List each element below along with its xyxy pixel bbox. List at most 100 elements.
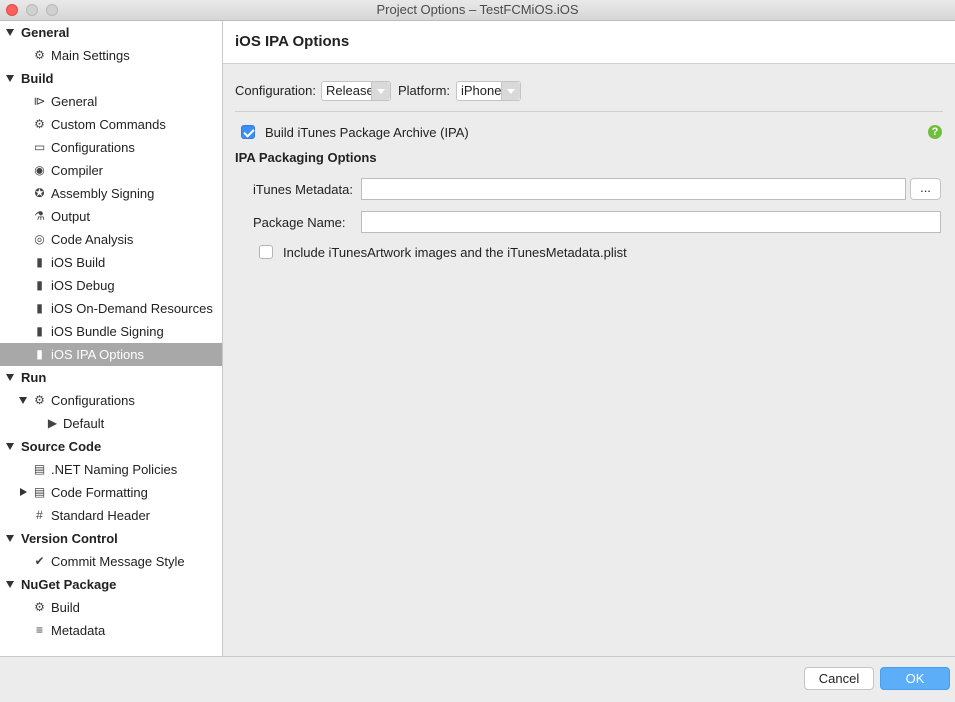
sidebar-item-ios-on-demand-resources[interactable]: ▮ iOS On-Demand Resources xyxy=(0,297,222,320)
sidebar-item-general[interactable]: ⧐ General xyxy=(0,90,222,113)
sidebar-item-label: Build xyxy=(51,600,80,615)
hash-icon: # xyxy=(36,508,43,522)
sidebar-item-standard-header[interactable]: # Standard Header xyxy=(0,504,222,527)
chevron-down-icon xyxy=(371,82,390,100)
disclosure-arrow-icon[interactable] xyxy=(6,374,14,381)
sidebar-item-label: General xyxy=(51,94,98,109)
include-artwork-label: Include iTunesArtwork images and the iTu… xyxy=(283,245,627,260)
play-icon: ▶ xyxy=(47,416,58,430)
sidebar-item-ios-ipa-options[interactable]: ▮ iOS IPA Options xyxy=(0,343,222,366)
sidebar-item-general[interactable]: General xyxy=(0,21,222,44)
panel-header: iOS IPA Options xyxy=(223,21,955,64)
sidebar-item-label: Main Settings xyxy=(51,48,130,63)
sidebar-item-code-formatting[interactable]: ▤ Code Formatting xyxy=(0,481,222,504)
window-title: Project Options – TestFCMiOS.iOS xyxy=(376,2,579,17)
sidebar-item-label: Custom Commands xyxy=(51,117,166,132)
cancel-button[interactable]: Cancel xyxy=(804,667,874,690)
badge-icon: ✪ xyxy=(34,186,45,200)
options-tree: General ⚙ Main Settings Build ⧐ General ⚙ Custo… xyxy=(0,21,223,656)
sidebar-item-custom-commands[interactable]: ⚙ Custom Commands xyxy=(0,113,222,136)
sidebar-item-source-code[interactable]: Source Code xyxy=(0,435,222,458)
disclosure-arrow-icon[interactable] xyxy=(6,535,14,542)
sidebar-item-main-settings[interactable]: ⚙ Main Settings xyxy=(0,44,222,67)
sidebar-item-label: iOS Build xyxy=(51,255,106,270)
compiler-icon: ◉ xyxy=(34,163,45,177)
sidebar-item-label: iOS IPA Options xyxy=(51,347,144,362)
gear-icon: ⚙ xyxy=(34,393,45,407)
disclosure-arrow-icon[interactable] xyxy=(6,29,14,36)
sidebar-item-compiler[interactable]: ◉ Compiler xyxy=(0,159,222,182)
configuration-label: Configuration: xyxy=(235,83,316,98)
maximize-window-button[interactable] xyxy=(46,4,58,16)
sidebar-section-label: Version Control xyxy=(21,531,118,546)
sidebar-item-run[interactable]: Run xyxy=(0,366,222,389)
gear-icon: ⚙ xyxy=(34,600,45,614)
list-icon: ≡ xyxy=(35,623,43,637)
sidebar-item-label: .NET Naming Policies xyxy=(51,462,178,477)
sidebar-item-metadata[interactable]: ≡ Metadata xyxy=(0,619,222,642)
disclosure-arrow-icon[interactable] xyxy=(6,443,14,450)
flask-icon: ⚗ xyxy=(34,209,45,223)
sidebar-item-label: Compiler xyxy=(51,163,104,178)
sidebar-item-ios-debug[interactable]: ▮ iOS Debug xyxy=(0,274,222,297)
phone-icon: ▮ xyxy=(36,255,43,269)
sidebar-item-label: Code Analysis xyxy=(51,232,134,247)
sidebar-item-configurations[interactable]: ⚙ Configurations xyxy=(0,389,222,412)
platform-label: Platform: xyxy=(398,83,451,98)
configuration-value: Release xyxy=(326,83,374,98)
sidebar-section-label: NuGet Package xyxy=(21,577,117,592)
include-artwork-checkbox[interactable] xyxy=(259,245,273,259)
sidebar-item-ios-build[interactable]: ▮ iOS Build xyxy=(0,251,222,274)
circle-dot-icon: ◎ xyxy=(34,232,45,246)
build-ipa-label: Build iTunes Package Archive (IPA) xyxy=(265,125,469,140)
sidebar-item-label: Standard Header xyxy=(51,508,151,523)
disclosure-arrow-icon[interactable] xyxy=(19,397,27,404)
close-window-button[interactable] xyxy=(6,4,18,16)
sidebar-item-version-control[interactable]: Version Control xyxy=(0,527,222,550)
sidebar-item-label: Metadata xyxy=(51,623,106,638)
sidebar-item-configurations[interactable]: ▭ Configurations xyxy=(0,136,222,159)
browse-metadata-button[interactable]: ... xyxy=(910,178,941,200)
itunes-metadata-input[interactable] xyxy=(361,178,906,200)
sidebar-item-assembly-signing[interactable]: ✪ Assembly Signing xyxy=(0,182,222,205)
help-icon[interactable]: ? xyxy=(928,125,942,139)
sidebar-item-ios-bundle-signing[interactable]: ▮ iOS Bundle Signing xyxy=(0,320,222,343)
package-name-input[interactable] xyxy=(361,211,941,233)
sidebar-item-label: Default xyxy=(63,416,105,431)
sidebar-item-default[interactable]: ▶ Default xyxy=(0,412,222,435)
gear-icon: ⚙ xyxy=(34,48,45,62)
build-ipa-checkbox[interactable] xyxy=(241,125,255,139)
gear-icon: ⚙ xyxy=(34,117,45,131)
sidebar-item-build[interactable]: ⚙ Build xyxy=(0,596,222,619)
build-general-icon: ⧐ xyxy=(33,94,46,108)
sidebar-section-label: Run xyxy=(21,370,47,385)
sidebar-item-output[interactable]: ⚗ Output xyxy=(0,205,222,228)
sidebar-item-code-analysis[interactable]: ◎ Code Analysis xyxy=(0,228,222,251)
sidebar-item-label: iOS Bundle Signing xyxy=(51,324,164,339)
disclosure-arrow-icon[interactable] xyxy=(6,75,14,82)
minimize-window-button[interactable] xyxy=(26,4,38,16)
package-name-label: Package Name: xyxy=(253,215,346,230)
disclosure-arrow-icon[interactable] xyxy=(6,581,14,588)
sidebar-item-label: Assembly Signing xyxy=(51,186,155,201)
format-icon: ▤ xyxy=(33,485,46,499)
phone-icon: ▮ xyxy=(36,278,43,292)
ok-button[interactable]: OK xyxy=(880,667,950,690)
sidebar-item-net-naming-policies[interactable]: ▤ .NET Naming Policies xyxy=(0,458,222,481)
window-icon: ▭ xyxy=(33,140,46,154)
platform-value: iPhone xyxy=(461,83,502,98)
sidebar-item-label: Configurations xyxy=(51,393,135,408)
dialog-footer: Cancel OK xyxy=(0,656,955,702)
sidebar-item-commit-message-style[interactable]: ✔ Commit Message Style xyxy=(0,550,222,573)
sidebar-item-build[interactable]: Build xyxy=(0,67,222,90)
itunes-metadata-label: iTunes Metadata: xyxy=(253,182,353,197)
check-circle-icon: ✔ xyxy=(34,554,45,568)
packaging-heading: IPA Packaging Options xyxy=(235,150,377,165)
disclosure-arrow-icon[interactable] xyxy=(20,488,27,496)
platform-select[interactable]: iPhone xyxy=(456,81,521,101)
sidebar-item-nuget-package[interactable]: NuGet Package xyxy=(0,573,222,596)
configuration-select[interactable]: Release xyxy=(321,81,391,101)
sidebar-item-label: Output xyxy=(51,209,91,224)
phone-icon: ▮ xyxy=(36,324,43,338)
naming-icon: ▤ xyxy=(33,462,46,476)
